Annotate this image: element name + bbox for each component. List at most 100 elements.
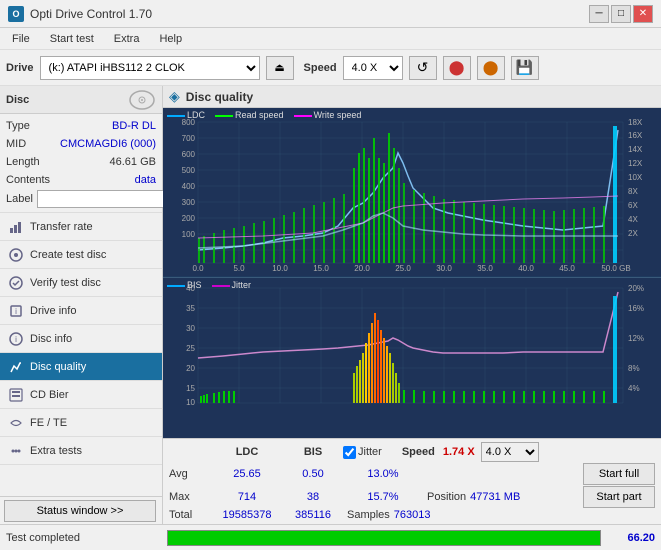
contents-value: data	[135, 172, 156, 188]
max-ldc: 714	[211, 491, 283, 503]
nav-fe-te[interactable]: FE / TE	[0, 409, 162, 437]
bottom-chart-svg: 40 35 30 25 20 15 10 20% 16% 12% 8% 4%	[163, 278, 661, 416]
menu-start-test[interactable]: Start test	[42, 31, 102, 47]
disc-label-row: Label ✎	[6, 190, 156, 208]
legend-jitter: Jitter	[212, 280, 252, 290]
menu-extra[interactable]: Extra	[106, 31, 148, 47]
disc-mid-row: MID CMCMAGDI6 (000)	[6, 136, 156, 152]
jitter-checkbox[interactable]	[343, 446, 356, 459]
drive-label: Drive	[6, 62, 34, 74]
stats-avg-row: Avg 25.65 0.50 13.0% Start full	[169, 463, 655, 485]
legend-write-speed: Write speed	[294, 110, 362, 120]
svg-text:i: i	[15, 335, 17, 344]
svg-text:20.0: 20.0	[354, 264, 370, 273]
transfer-rate-icon	[8, 219, 24, 235]
nav-transfer-rate[interactable]: Transfer rate	[0, 213, 162, 241]
create-test-disc-icon	[8, 247, 24, 263]
minimize-button[interactable]: ─	[589, 5, 609, 23]
maximize-button[interactable]: □	[611, 5, 631, 23]
stats-area: LDC BIS Jitter Speed 1.74 X 4.0 X Avg 25…	[163, 438, 661, 524]
svg-text:30: 30	[186, 324, 195, 333]
start-full-button[interactable]: Start full	[583, 463, 655, 485]
stats-col-ldc: LDC	[211, 446, 283, 458]
nav-extra-tests-label: Extra tests	[30, 445, 82, 457]
disc-quality-icon	[8, 359, 24, 375]
toolbar-btn-1[interactable]: ↺	[409, 56, 437, 80]
disc-info-icon: i	[8, 331, 24, 347]
menu-help[interactable]: Help	[151, 31, 190, 47]
status-score: 66.20	[605, 532, 655, 544]
legend-ldc: LDC	[167, 110, 205, 120]
eject-button[interactable]: ⏏	[266, 56, 294, 80]
top-chart: LDC Read speed Write speed	[163, 108, 661, 278]
svg-text:10: 10	[186, 398, 195, 407]
nav-transfer-rate-label: Transfer rate	[30, 221, 93, 233]
left-panel: Disc Type BD-R DL MID CMCMAGDI6 (000) Le…	[0, 86, 163, 524]
toolbar-btn-3[interactable]: ⬤	[477, 56, 505, 80]
svg-text:35.0: 35.0	[477, 264, 493, 273]
stats-col-speed: Speed	[402, 446, 435, 458]
close-button[interactable]: ✕	[633, 5, 653, 23]
progress-bar	[167, 530, 601, 546]
svg-text:700: 700	[182, 134, 196, 143]
drive-info-icon: i	[8, 303, 24, 319]
total-label: Total	[169, 509, 211, 521]
stats-total-row: Total 19585378 385116 Samples 763013	[169, 509, 655, 521]
status-window-button[interactable]: Status window >>	[4, 500, 156, 522]
max-label: Max	[169, 491, 211, 503]
titlebar-left: O Opti Drive Control 1.70	[8, 6, 152, 22]
nav-verify-test-disc[interactable]: Verify test disc	[0, 269, 162, 297]
nav-drive-info[interactable]: i Drive info	[0, 297, 162, 325]
svg-text:200: 200	[182, 214, 196, 223]
svg-text:4X: 4X	[628, 215, 638, 224]
svg-text:600: 600	[182, 150, 196, 159]
progress-bar-fill	[168, 531, 600, 545]
bottom-chart-legend: BIS Jitter	[167, 280, 251, 290]
nav-create-test-disc[interactable]: Create test disc	[0, 241, 162, 269]
toolbar-btn-4[interactable]: 💾	[511, 56, 539, 80]
nav-extra-tests[interactable]: Extra tests	[0, 437, 162, 465]
svg-text:300: 300	[182, 198, 196, 207]
stats-max-row: Max 714 38 15.7% Position 47731 MB Start…	[169, 486, 655, 508]
legend-read-speed: Read speed	[215, 110, 284, 120]
stats-col-jitter: Jitter	[358, 446, 382, 458]
toolbar-btn-2[interactable]: ⬤	[443, 56, 471, 80]
stats-col-bis: BIS	[283, 446, 343, 458]
mid-label: MID	[6, 136, 26, 152]
avg-jitter: 13.0%	[343, 468, 423, 480]
nav-create-test-disc-label: Create test disc	[30, 249, 106, 261]
svg-text:12%: 12%	[628, 334, 644, 343]
top-chart-svg: 800 700 600 500 400 300 200 100 18X 16X …	[163, 108, 661, 276]
menu-file[interactable]: File	[4, 31, 38, 47]
svg-text:50.0 GB: 50.0 GB	[601, 264, 630, 273]
nav-fe-te-label: FE / TE	[30, 417, 67, 429]
stats-jitter-check: Jitter	[343, 446, 382, 459]
svg-text:25: 25	[186, 344, 195, 353]
svg-text:4%: 4%	[628, 384, 640, 393]
svg-text:15.0: 15.0	[313, 264, 329, 273]
titlebar: O Opti Drive Control 1.70 ─ □ ✕	[0, 0, 661, 28]
nav-disc-quality[interactable]: Disc quality	[0, 353, 162, 381]
disc-quality-title: Disc quality	[186, 90, 253, 104]
disc-info-panel: Type BD-R DL MID CMCMAGDI6 (000) Length …	[0, 114, 162, 213]
svg-text:16X: 16X	[628, 131, 643, 140]
length-label: Length	[6, 154, 40, 170]
svg-text:8X: 8X	[628, 187, 638, 196]
stats-header-row: LDC BIS Jitter Speed 1.74 X 4.0 X	[169, 442, 655, 462]
nav-disc-info[interactable]: i Disc info	[0, 325, 162, 353]
type-value: BD-R DL	[112, 118, 156, 134]
svg-text:10.0: 10.0	[272, 264, 288, 273]
svg-text:8%: 8%	[628, 364, 640, 373]
speed-select[interactable]: 4.0 X	[343, 56, 403, 80]
position-value: 47731 MB	[470, 491, 520, 503]
svg-text:18X: 18X	[628, 118, 643, 127]
svg-text:45.0: 45.0	[559, 264, 575, 273]
avg-ldc: 25.65	[211, 468, 283, 480]
drive-select[interactable]: (k:) ATAPI iHBS112 2 CLOK	[40, 56, 260, 80]
stats-speed-select[interactable]: 4.0 X	[481, 442, 539, 462]
svg-text:20: 20	[186, 364, 195, 373]
samples-label: Samples	[347, 509, 390, 521]
nav-cd-bier[interactable]: CD Bier	[0, 381, 162, 409]
svg-text:6X: 6X	[628, 201, 638, 210]
start-part-button[interactable]: Start part	[583, 486, 655, 508]
